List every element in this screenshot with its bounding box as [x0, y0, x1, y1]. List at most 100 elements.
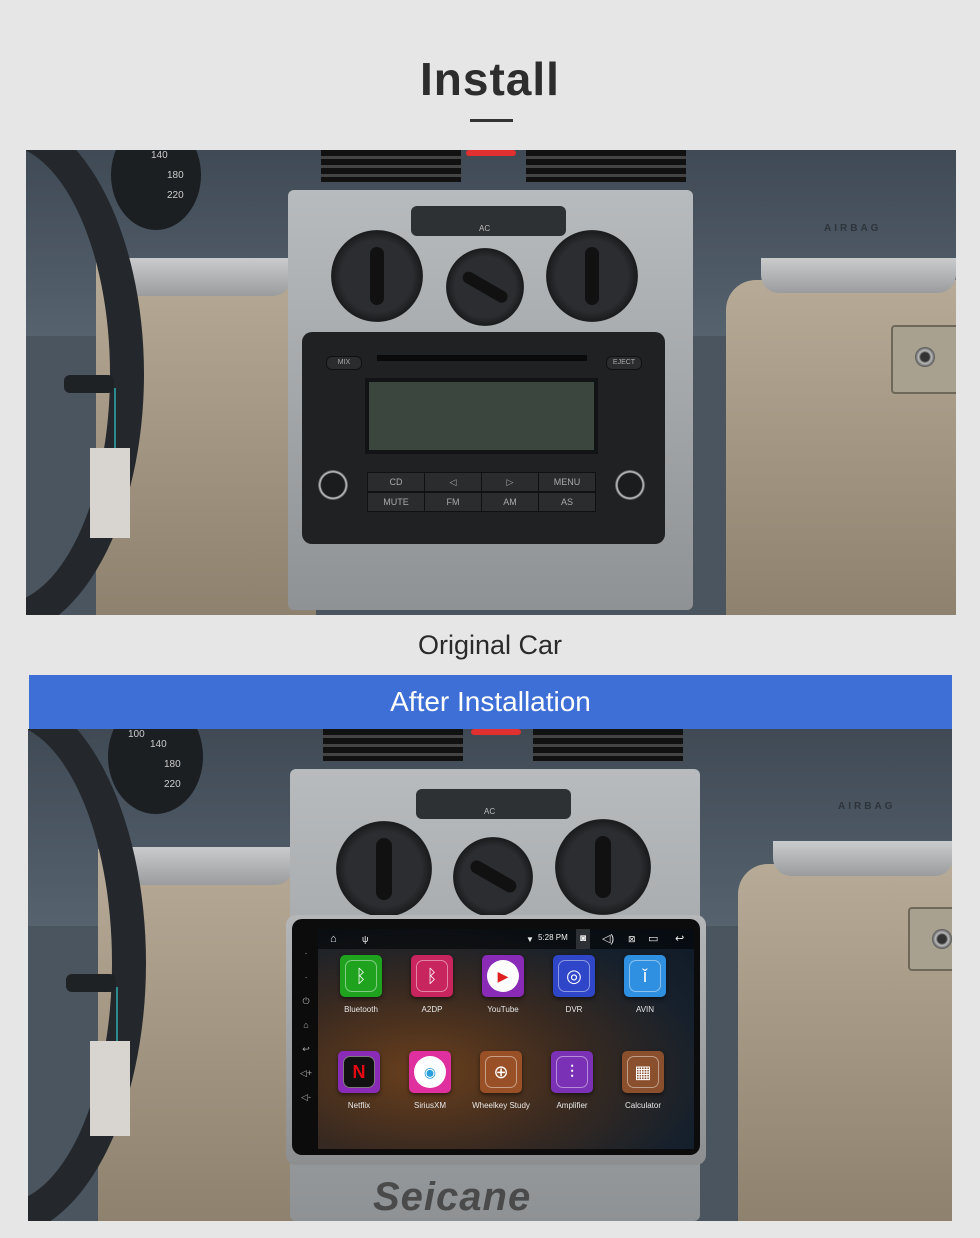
- usb-icon: ψ: [362, 934, 369, 944]
- radio-mute-button: MUTE: [367, 492, 425, 512]
- status-bar: ⌂ ψ ▼ 5:28 PM ◙ ◁) ⊠ ▭ ↩: [318, 929, 694, 949]
- right-trim: [773, 841, 952, 876]
- app-label: Bluetooth: [344, 1005, 378, 1014]
- netflix-icon: N: [338, 1051, 380, 1093]
- gauge-label: 220: [164, 779, 181, 790]
- app-label: Amplifier: [556, 1101, 588, 1110]
- app-label: A2DP: [421, 1005, 443, 1014]
- air-vent-left: [321, 150, 461, 182]
- fan-speed-knob: [453, 837, 533, 917]
- air-vent-right: [533, 729, 683, 761]
- volume-up-icon[interactable]: ◁+: [298, 1061, 314, 1085]
- head-unit-frame: · ∙ ⏻ ⌂ ↩ ◁+ ◁- ⌂ ψ ▼ 5:28 PM ◙ ◁) ⊠ ▭ ↩…: [286, 915, 706, 1165]
- siriusxm-icon: ◉: [409, 1051, 451, 1093]
- screenshot-icon[interactable]: ◙: [576, 929, 591, 949]
- original-car-photo: 140 180 220 AC MIX EJECT CD ◁ ▷ MENU MUT…: [26, 150, 956, 615]
- airbag-label: AIRBAG: [824, 223, 882, 234]
- title-underline: [470, 119, 513, 122]
- key-tag: [90, 448, 130, 538]
- airbag-label: AIRBAG: [838, 801, 896, 812]
- volume-down-icon[interactable]: ◁-: [298, 1085, 314, 1109]
- avin-plug-icon: ǐ: [624, 955, 666, 997]
- app-label: YouTube: [487, 1005, 519, 1014]
- app-siriusxm[interactable]: ◉ SiriusXM: [395, 1051, 465, 1110]
- seicane-watermark: Seicane: [373, 1175, 532, 1219]
- after-installation-banner: After Installation: [29, 675, 952, 729]
- app-netflix[interactable]: N Netflix: [324, 1051, 394, 1110]
- gauge-label: 140: [150, 739, 167, 750]
- gauge-label: 220: [167, 190, 184, 201]
- hazard-button: [471, 729, 521, 735]
- temperature-knob: [336, 821, 432, 917]
- dvr-gauge-icon: ◎: [553, 955, 595, 997]
- gauge-label: 140: [151, 150, 168, 161]
- ac-label: AC: [479, 224, 491, 233]
- app-dvr[interactable]: ◎ DVR: [539, 955, 609, 1014]
- equalizer-icon: ⫶: [551, 1051, 593, 1093]
- ac-label: AC: [484, 807, 496, 816]
- app-label: Calculator: [624, 1101, 661, 1110]
- gauge-label: 180: [164, 759, 181, 770]
- radio-eject-button: EJECT: [606, 356, 642, 370]
- app-calculator[interactable]: ▦ Calculator: [608, 1051, 678, 1110]
- back-icon[interactable]: ↩: [298, 1037, 314, 1061]
- close-app-icon[interactable]: ⊠: [628, 932, 636, 946]
- air-vent-right: [526, 150, 686, 182]
- back-icon[interactable]: ↩: [675, 932, 684, 946]
- app-a2dp[interactable]: ᛒ A2DP: [397, 955, 467, 1014]
- app-amplifier[interactable]: ⫶ Amplifier: [537, 1051, 607, 1110]
- gauge-label: 180: [167, 170, 184, 181]
- home-icon[interactable]: ⌂: [298, 1013, 314, 1037]
- wifi-icon: ▼: [526, 935, 534, 944]
- steering-wheel-icon: ⊕: [480, 1051, 522, 1093]
- ac-button-bar: AC: [411, 206, 566, 236]
- original-car-caption: Original Car: [417, 630, 563, 660]
- power-icon[interactable]: ⏻: [298, 989, 314, 1013]
- glovebox-lock: [908, 907, 952, 971]
- after-installation-photo: 100 140 180 220 AC AIRBAG · ∙ ⏻ ⌂ ↩ ◁+ ◁…: [28, 729, 952, 1221]
- fan-speed-knob: [446, 248, 524, 326]
- radio-tune-knob: [615, 470, 645, 500]
- bluetooth-audio-icon: ᛒ: [411, 955, 453, 997]
- glovebox-lock: [891, 325, 956, 394]
- app-youtube[interactable]: ▶ YouTube: [468, 955, 538, 1014]
- youtube-icon: ▶: [482, 955, 524, 997]
- app-avin[interactable]: ǐ AVIN: [610, 955, 680, 1014]
- app-bluetooth[interactable]: ᛒ Bluetooth: [326, 955, 396, 1014]
- ignition-key: [64, 375, 114, 393]
- hazard-button: [466, 150, 516, 156]
- radio-lcd: [365, 378, 598, 454]
- home-icon[interactable]: ⌂: [330, 932, 337, 946]
- radio-prev-button: ◁: [424, 472, 482, 492]
- bluetooth-icon: ᛒ: [340, 955, 382, 997]
- reset-icon[interactable]: ∙: [298, 965, 314, 989]
- app-wheelkey-study[interactable]: ⊕ Wheelkey Study: [466, 1051, 536, 1110]
- side-button-panel: · ∙ ⏻ ⌂ ↩ ◁+ ◁-: [298, 941, 314, 1141]
- app-label: AVIN: [635, 1005, 655, 1014]
- recent-apps-icon[interactable]: ▭: [648, 932, 658, 946]
- ignition-key: [66, 974, 116, 992]
- air-direction-knob: [555, 819, 651, 915]
- key-tag: [90, 1041, 130, 1136]
- app-label: SiriusXM: [413, 1101, 446, 1110]
- key-tag-string: [116, 987, 118, 1047]
- radio-next-button: ▷: [481, 472, 539, 492]
- app-label: Wheelkey Study: [472, 1101, 530, 1110]
- volume-icon[interactable]: ◁): [602, 932, 614, 946]
- radio-menu-button: MENU: [538, 472, 596, 492]
- calculator-icon: ▦: [622, 1051, 664, 1093]
- right-trim: [761, 258, 956, 293]
- temperature-knob: [331, 230, 423, 322]
- radio-cd-button: CD: [367, 472, 425, 492]
- air-direction-knob: [546, 230, 638, 322]
- radio-fm-button: FM: [424, 492, 482, 512]
- clock: 5:28 PM: [538, 933, 568, 942]
- factory-radio: MIX EJECT CD ◁ ▷ MENU MUTE FM AM AS: [302, 332, 665, 544]
- cd-slot: [377, 355, 587, 361]
- page-title: Install: [420, 53, 560, 105]
- ac-button-bar: AC: [416, 789, 571, 819]
- air-vent-left: [323, 729, 463, 761]
- radio-mix-button: MIX: [326, 356, 362, 370]
- head-unit-bezel: · ∙ ⏻ ⌂ ↩ ◁+ ◁- ⌂ ψ ▼ 5:28 PM ◙ ◁) ⊠ ▭ ↩…: [292, 919, 700, 1155]
- app-label: DVR: [565, 1005, 583, 1014]
